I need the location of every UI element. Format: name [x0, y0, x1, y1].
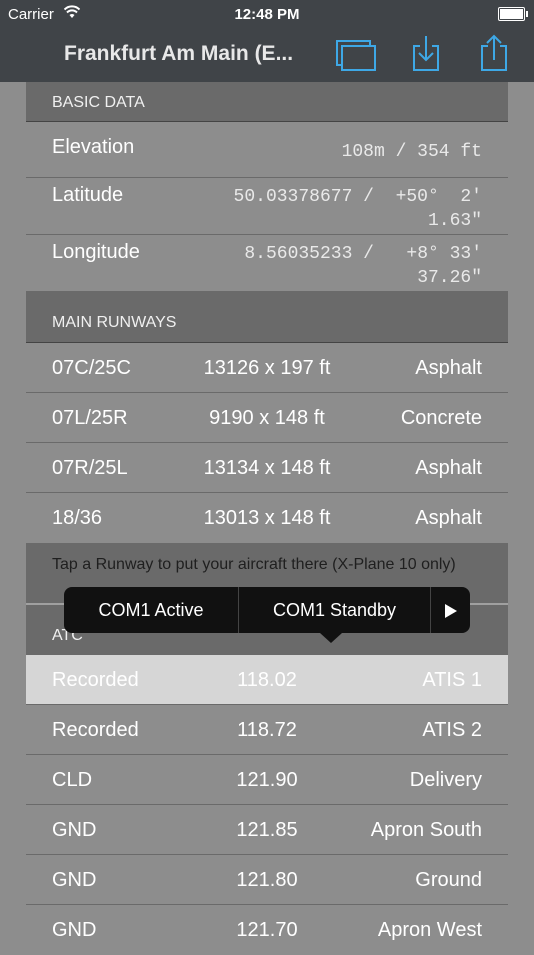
longitude-value-line2: 37.26" [417, 268, 482, 288]
runway-row[interactable]: 07L/25R 9190 x 148 ft Concrete [26, 393, 508, 443]
elevation-row: Elevation 108m / 354 ft [26, 122, 508, 178]
atc-name: ATIS 1 [422, 669, 482, 691]
latitude-value-line2: 1.63" [427, 211, 482, 231]
share-button[interactable] [472, 34, 516, 74]
atc-row[interactable]: CLD 121.90 Delivery [26, 755, 508, 805]
atc-row[interactable]: GND 121.80 Ground [26, 855, 508, 905]
basic-data-header: BASIC DATA [26, 82, 508, 122]
atc-name: Ground [415, 869, 482, 891]
com1-standby-button[interactable]: COM1 Standby [239, 587, 430, 633]
atc-row[interactable]: Recorded 118.72 ATIS 2 [26, 705, 508, 755]
download-button[interactable] [404, 34, 448, 74]
elevation-label: Elevation [52, 136, 135, 158]
longitude-value-line1: 8.56035233 / +8° 33' [244, 244, 482, 264]
atc-name: Apron West [377, 919, 482, 941]
page-title: Frankfurt Am Main (E... [64, 42, 294, 65]
atc-name: ATIS 2 [422, 719, 482, 741]
runway-surface: Asphalt [415, 357, 482, 379]
play-icon [444, 604, 457, 619]
windows-button[interactable] [334, 34, 378, 74]
longitude-value: 8.56035233 / +8° 33' 37.26" [244, 242, 482, 290]
com1-active-button[interactable]: COM1 Active [64, 587, 238, 633]
runway-row[interactable]: 07R/25L 13134 x 148 ft Asphalt [26, 443, 508, 493]
runway-surface: Asphalt [415, 457, 482, 479]
atc-row[interactable]: GND 121.85 Apron South [26, 805, 508, 855]
popover-arrow [320, 633, 342, 643]
longitude-label: Longitude [52, 241, 140, 263]
runway-surface: Asphalt [415, 507, 482, 529]
longitude-row: Longitude 8.56035233 / +8° 33' 37.26" [26, 235, 508, 292]
navigation-bar: Carrier 12:48 PM Frankfurt Am Main (E... [0, 0, 534, 82]
atc-row[interactable]: GND 121.70 Apron West [26, 905, 508, 955]
runway-surface: Concrete [400, 407, 482, 429]
main-runways-header: MAIN RUNWAYS [26, 292, 508, 343]
latitude-value: 50.03378677 / +50° 2' 1.63" [234, 185, 482, 233]
runway-row[interactable]: 18/36 13013 x 148 ft Asphalt [26, 493, 508, 543]
windows-icon [336, 40, 376, 71]
elevation-value: 108m / 354 ft [341, 142, 482, 162]
frequency-popover: COM1 Active COM1 Standby [64, 587, 470, 643]
runway-row[interactable]: 07C/25C 13126 x 197 ft Asphalt [26, 343, 508, 393]
status-bar: Carrier 12:48 PM [0, 0, 534, 30]
atc-name: Delivery [409, 769, 482, 791]
latitude-row: Latitude 50.03378677 / +50° 2' 1.63" [26, 178, 508, 235]
clock: 12:48 PM [234, 6, 300, 23]
airport-detail: BASIC DATA Elevation 108m / 354 ft Latit… [26, 82, 508, 955]
atc-name: Apron South [370, 819, 482, 841]
latitude-label: Latitude [52, 184, 124, 206]
latitude-value-line1: 50.03378677 / +50° 2' [233, 187, 482, 207]
atc-row[interactable]: Recorded 118.02 ATIS 1 [26, 655, 508, 705]
more-button[interactable] [431, 587, 470, 633]
battery-icon [498, 7, 528, 21]
share-icon [481, 34, 507, 71]
download-icon [413, 36, 439, 71]
